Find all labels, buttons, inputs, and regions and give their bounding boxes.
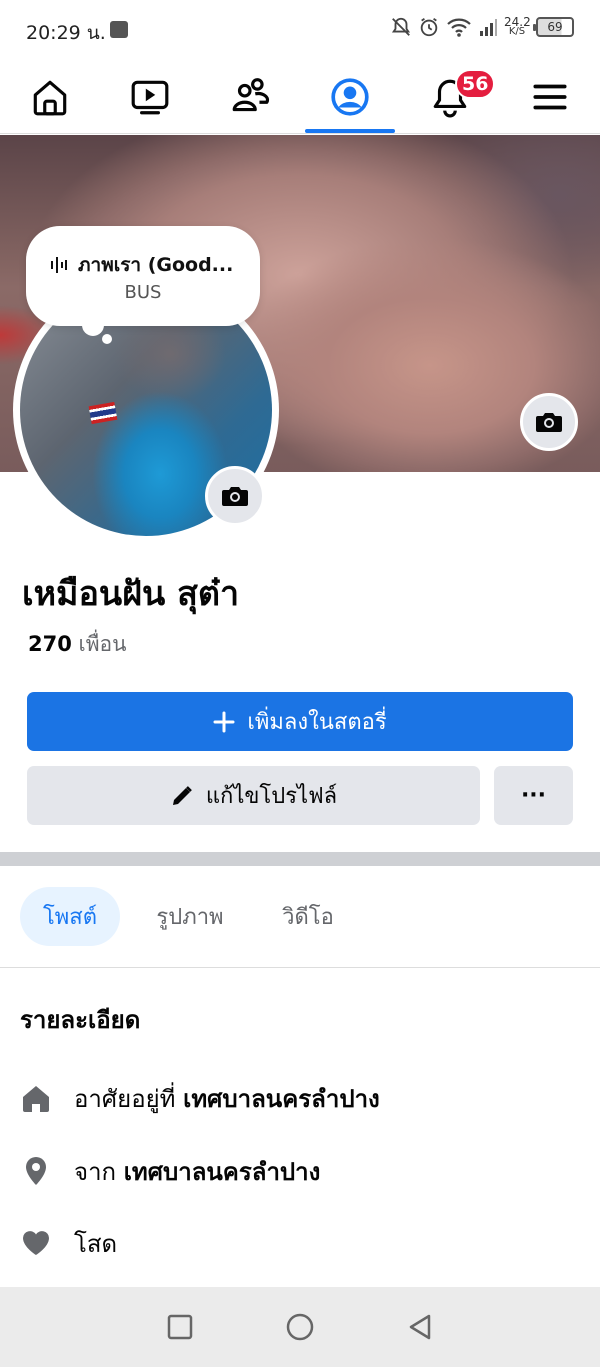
square-icon [167,1314,193,1340]
from-place[interactable]: เทศบาลนครลำปาง [124,1158,321,1186]
menu-icon [533,84,567,110]
alarm-icon [418,16,440,38]
home-icon [20,1082,52,1114]
location-pin-icon [20,1155,52,1187]
net-speed: 24.2 K/S [504,15,531,37]
camera-icon [222,487,248,506]
signal-icon [478,17,498,37]
battery-icon: 69 [533,17,574,37]
edit-profile-button[interactable]: แก้ไขโปรไฟล์ [27,766,480,825]
circle-icon [286,1313,314,1341]
profile-name: เหมือนฝัน สุต๋า [22,574,240,614]
detail-from: จาก เทศบาลนครลำปาง [20,1151,320,1191]
tab-videos[interactable]: วิดีโอ [258,887,358,946]
section-divider [0,852,600,866]
active-tab-indicator [305,129,395,133]
music-note-bubble[interactable]: ภาพเรา (Good... BUS [26,226,260,344]
wifi-icon [446,16,472,38]
profile-camera-button[interactable] [205,466,265,526]
nav-profile[interactable] [300,60,400,134]
video-icon [131,80,169,115]
system-nav-bar [0,1287,600,1367]
song-artist: BUS [124,282,162,303]
status-time: 20:29 น. [26,22,106,44]
pencil-icon [172,785,192,805]
top-nav: 56 [0,60,600,134]
back-triangle-icon [409,1314,431,1340]
nav-friends[interactable] [200,60,300,134]
nav-home[interactable] [0,60,100,134]
tab-posts[interactable]: โพสต์ [20,887,120,946]
details-heading: รายละเอียด [20,1006,141,1034]
friends-icon [232,78,270,112]
heart-icon [20,1227,52,1259]
nav-video[interactable] [100,60,200,134]
detail-lives-in: อาศัยอยู่ที่ เทศบาลนครลำปาง [20,1078,380,1118]
status-bar: 20:29 น. 24.2 K/S 69 [0,0,600,60]
recents-button[interactable] [160,1307,200,1347]
more-options-button[interactable]: ··· [494,766,573,825]
profile-icon [331,78,369,116]
lives-in-place[interactable]: เทศบาลนครลำปาง [183,1085,380,1113]
nav-menu[interactable] [500,60,600,134]
profile-tabs: โพสต์ รูปภาพ วิดีโอ [0,866,600,968]
tab-photos[interactable]: รูปภาพ [140,887,240,946]
add-to-story-button[interactable]: เพิ่มลงในสตอรี่ [27,692,573,751]
home-icon [33,80,67,116]
song-title: ภาพเรา (Good... [78,254,234,276]
detail-relationship: โสด [20,1223,117,1263]
audio-wave-icon [51,257,67,273]
plus-icon [213,711,235,732]
camera-icon [536,413,562,432]
home-button[interactable] [280,1307,320,1347]
mute-bell-icon [390,16,412,38]
back-button[interactable] [400,1307,440,1347]
app-icon [110,21,128,38]
status-icons: 24.2 K/S 69 [390,16,574,38]
notification-badge: 56 [455,69,496,99]
friends-count[interactable]: 270 เพื่อน [28,628,127,661]
cover-camera-button[interactable] [520,393,578,451]
